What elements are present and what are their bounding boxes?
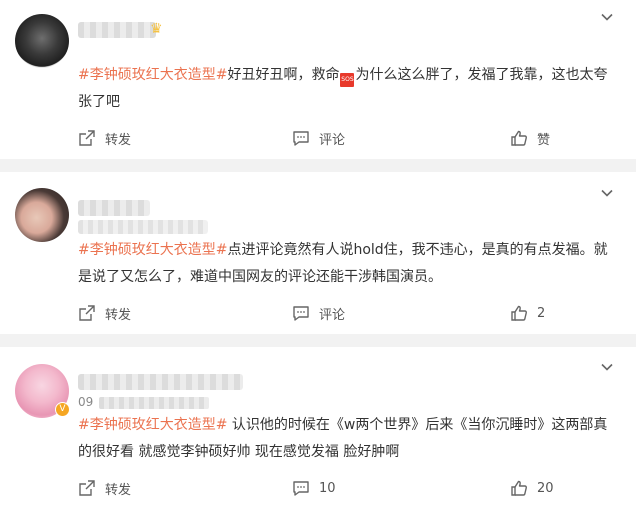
meta-blurred (99, 396, 210, 409)
thumbs-up-icon (510, 479, 528, 497)
comment-feed: ♛ #李钟硕玫红大衣造型#好丑好丑啊，救命 SOS 为什么这么胖了，发福了我靠，这也… (0, 0, 636, 509)
comment-icon (292, 479, 310, 497)
repost-label: 转发 (105, 482, 132, 498)
chevron-down-icon[interactable] (600, 360, 614, 374)
repost-button[interactable]: 转发 (78, 478, 131, 498)
comment-button[interactable]: 10 (292, 478, 336, 498)
comment-card: V 09 #李钟硕玫红大衣造型# 认识他的时候在《w两个世界》后来《当你沉睡时》… (0, 0, 636, 509)
post-meta: 09 (78, 395, 210, 409)
like-count: 20 (537, 480, 554, 496)
topic-link[interactable]: #李钟硕玫红大衣造型# (78, 417, 227, 433)
action-bar: 转发 10 20 (0, 478, 636, 498)
comment-count: 10 (319, 480, 336, 496)
comment-text: #李钟硕玫红大衣造型# 认识他的时候在《w两个世界》后来《当你沉睡时》这两部真的… (78, 417, 608, 460)
username-blurred[interactable] (78, 374, 243, 390)
verified-badge-icon: V (55, 402, 70, 417)
repost-icon (78, 479, 96, 497)
like-button[interactable]: 20 (510, 478, 554, 498)
